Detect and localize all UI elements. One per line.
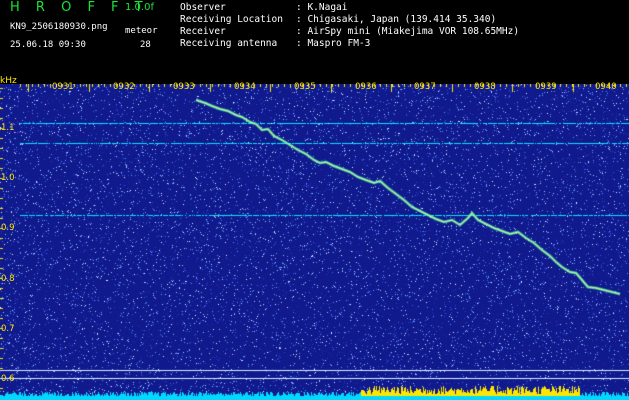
info-key: Receiver	[180, 26, 226, 37]
info-value: : Maspro FM-3	[296, 38, 371, 49]
header-panel: H R O F F T 1.0.0f KN9_2506180930.png 25…	[0, 0, 629, 76]
x-tick-label: 0931	[52, 82, 74, 92]
info-value: : Chigasaki, Japan (139.414 35.340)	[296, 14, 497, 25]
info-key: Receiving Location	[180, 14, 283, 25]
x-tick-label: 0935	[294, 82, 316, 92]
y-tick-label: 1.1	[1, 123, 15, 133]
app-version: 1.0.0f	[125, 2, 154, 13]
y-tick-label: 1.0	[1, 173, 15, 183]
x-tick-label: 0939	[535, 82, 557, 92]
info-key: Observer	[180, 2, 226, 13]
info-value: : K.Nagai	[296, 2, 348, 13]
y-tick-label: 0.7	[1, 324, 15, 334]
info-key: Receiving antenna	[180, 38, 278, 49]
x-tick-label: 0933	[173, 82, 195, 92]
info-row-receiver: Receiver : AirSpy mini (Miakejima VOR 108…	[180, 26, 519, 38]
station-info: Observer : K.Nagai Receiving Location : Ch…	[180, 2, 519, 50]
x-tick-label: 0938	[474, 82, 496, 92]
x-tick-label: 0936	[355, 82, 377, 92]
x-tick-label: 0932	[113, 82, 135, 92]
y-tick-label: 0.8	[1, 274, 15, 284]
y-axis-unit: kHz	[0, 76, 17, 86]
info-row-observer: Observer : K.Nagai	[180, 2, 519, 14]
date-time: 25.06.18 09:30	[10, 40, 86, 50]
info-row-location: Receiving Location : Chigasaki, Japan (13…	[180, 14, 519, 26]
spectrogram-canvas	[0, 84, 629, 400]
info-row-antenna: Receiving antenna : Maspro FM-3	[180, 38, 519, 50]
meteor-count: 28	[140, 40, 151, 50]
meteor-label: meteor	[125, 26, 158, 36]
file-name: KN9_2506180930.png	[10, 22, 108, 32]
y-tick-label: 0.6	[1, 374, 15, 384]
info-value: : AirSpy mini (Miakejima VOR 108.65MHz)	[296, 26, 520, 37]
x-tick-label: 0937	[414, 82, 436, 92]
x-tick-label: 0940	[595, 82, 617, 92]
y-tick-label: 0.9	[1, 223, 15, 233]
x-tick-label: 0934	[234, 82, 256, 92]
